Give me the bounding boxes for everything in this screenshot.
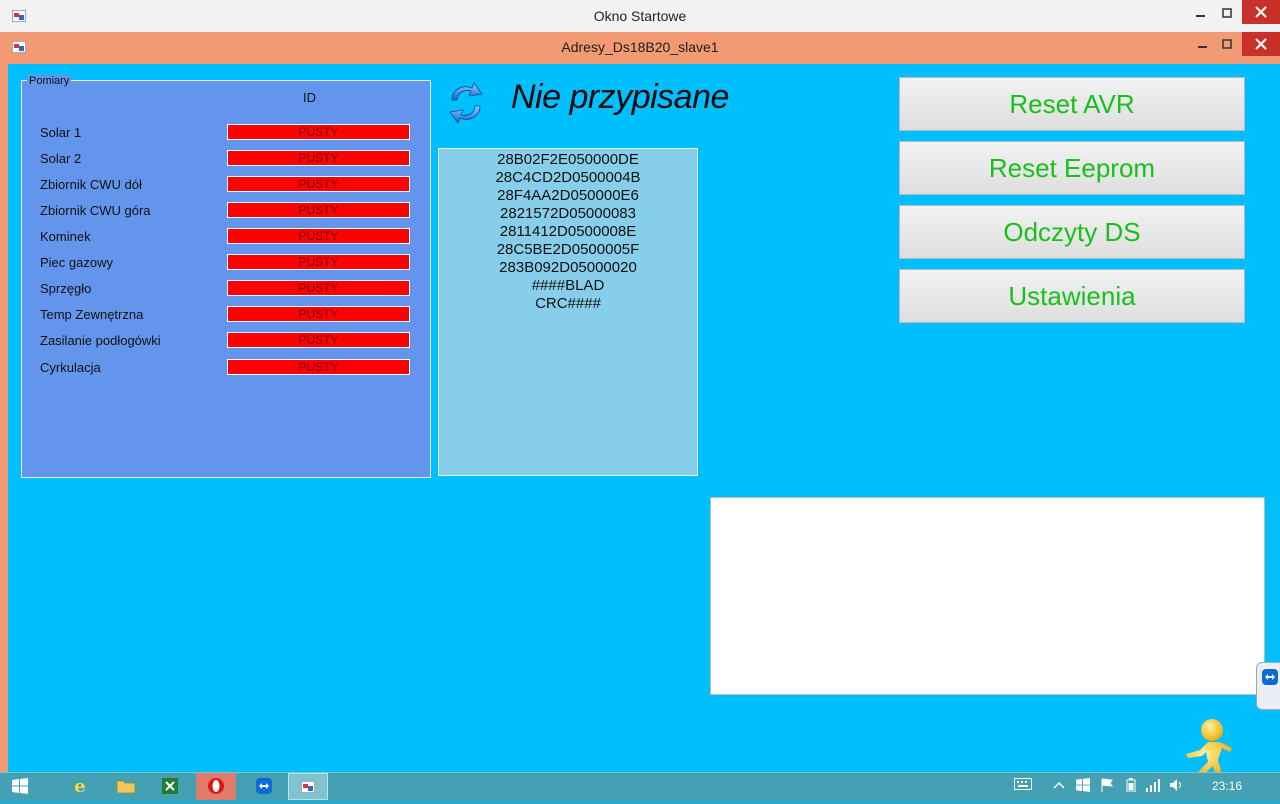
row-label: Solar 2	[40, 151, 82, 166]
row-label: Zbiornik CWU dół	[40, 177, 142, 192]
windows-tray-icon[interactable]	[1074, 778, 1092, 794]
teamviewer-tab[interactable]	[1256, 662, 1280, 710]
list-item[interactable]: ####BLAD	[439, 277, 697, 295]
row-label: Zbiornik CWU góra	[40, 203, 151, 218]
taskbar-excel[interactable]	[150, 773, 190, 800]
minimize-button[interactable]	[1188, 4, 1214, 24]
opera-icon	[208, 778, 224, 794]
row-label: Cyrkulacja	[40, 360, 101, 375]
close-button[interactable]	[1242, 0, 1280, 24]
list-item[interactable]: 28F4AA2D050000E6	[439, 187, 697, 205]
odczyty-ds-button[interactable]: Odczyty DS	[899, 205, 1245, 259]
app-icon	[300, 780, 316, 794]
list-item[interactable]: 2811412D0500008E	[439, 223, 697, 241]
list-item[interactable]: CRC####	[439, 295, 697, 313]
row-label: Temp Zewnętrzna	[40, 307, 144, 322]
row-id-field[interactable]: PUSTY	[227, 280, 410, 296]
list-item[interactable]: 28B02F2E050000DE	[439, 151, 697, 169]
row-id-field[interactable]: PUSTY	[227, 254, 410, 270]
volume-icon[interactable]	[1168, 778, 1186, 794]
running-man-icon[interactable]	[1178, 716, 1234, 778]
folder-icon	[116, 780, 136, 794]
row-label: Kominek	[40, 229, 91, 244]
windows-icon	[12, 778, 28, 794]
row-id-field[interactable]: PUSTY	[227, 176, 410, 192]
maximize-button[interactable]	[1214, 4, 1240, 24]
refresh-icon[interactable]	[446, 80, 486, 126]
taskbar-opera[interactable]	[196, 773, 236, 800]
list-item[interactable]: 283B092D05000020	[439, 259, 697, 277]
close-icon	[1255, 38, 1267, 50]
keyboard-icon[interactable]	[1014, 778, 1032, 794]
internet-explorer-icon: e	[74, 776, 86, 797]
minimize-icon	[1196, 15, 1205, 17]
child-minimize-button[interactable]	[1190, 35, 1216, 55]
row-label: Sprzęgło	[40, 281, 92, 296]
network-icon[interactable]	[1144, 778, 1162, 794]
maximize-icon	[1222, 39, 1232, 49]
row-label: Solar 1	[40, 125, 82, 140]
battery-icon[interactable]	[1122, 778, 1140, 794]
list-item[interactable]: 28C4CD2D0500004B	[439, 169, 697, 187]
row-label: Zasilanie podłogówki	[40, 333, 161, 348]
log-textbox[interactable]	[710, 497, 1265, 695]
taskbar-clock[interactable]: 23:16	[1212, 779, 1242, 793]
taskbar-ie[interactable]: e	[60, 773, 100, 800]
address-list[interactable]: 28B02F2E050000DE 28C4CD2D0500004B 28F4AA…	[438, 148, 698, 476]
list-item[interactable]: 28C5BE2D0500005F	[439, 241, 697, 259]
teamviewer-icon	[256, 778, 272, 794]
row-id-field[interactable]: PUSTY	[227, 332, 410, 348]
taskbar-teamviewer[interactable]	[244, 773, 284, 800]
taskbar-app-active[interactable]	[288, 773, 328, 800]
child-close-button[interactable]	[1242, 32, 1280, 56]
reset-eeprom-button[interactable]: Reset Eeprom	[899, 141, 1245, 195]
teamviewer-icon	[1262, 669, 1278, 685]
row-id-field[interactable]: PUSTY	[227, 202, 410, 218]
row-id-field[interactable]: PUSTY	[227, 228, 410, 244]
excel-icon	[162, 778, 178, 794]
start-button[interactable]	[0, 773, 40, 800]
row-id-field[interactable]: PUSTY	[227, 306, 410, 322]
assignment-status: Nie przypisane	[511, 78, 729, 116]
flag-icon[interactable]	[1098, 778, 1116, 794]
close-icon	[1255, 6, 1267, 18]
maximize-icon	[1222, 8, 1232, 18]
groupbox-legend: Pomiary	[27, 75, 72, 88]
outer-window-title: Okno Startowe	[593, 8, 687, 24]
list-item[interactable]: 2821572D05000083	[439, 205, 697, 223]
row-id-field[interactable]: PUSTY	[227, 124, 410, 140]
row-id-field[interactable]: PUSTY	[227, 359, 410, 375]
show-hidden-icons[interactable]	[1050, 778, 1068, 794]
reset-avr-button[interactable]: Reset AVR	[899, 77, 1245, 131]
ustawienia-button[interactable]: Ustawienia	[899, 269, 1245, 323]
child-maximize-button[interactable]	[1214, 35, 1240, 55]
inner-window-title: Adresy_Ds18B20_slave1	[561, 39, 719, 55]
id-column-header: ID	[303, 90, 316, 105]
row-id-field[interactable]: PUSTY	[227, 150, 410, 166]
row-label: Piec gazowy	[40, 255, 113, 270]
minimize-icon	[1198, 46, 1207, 48]
taskbar-explorer[interactable]	[106, 773, 146, 800]
